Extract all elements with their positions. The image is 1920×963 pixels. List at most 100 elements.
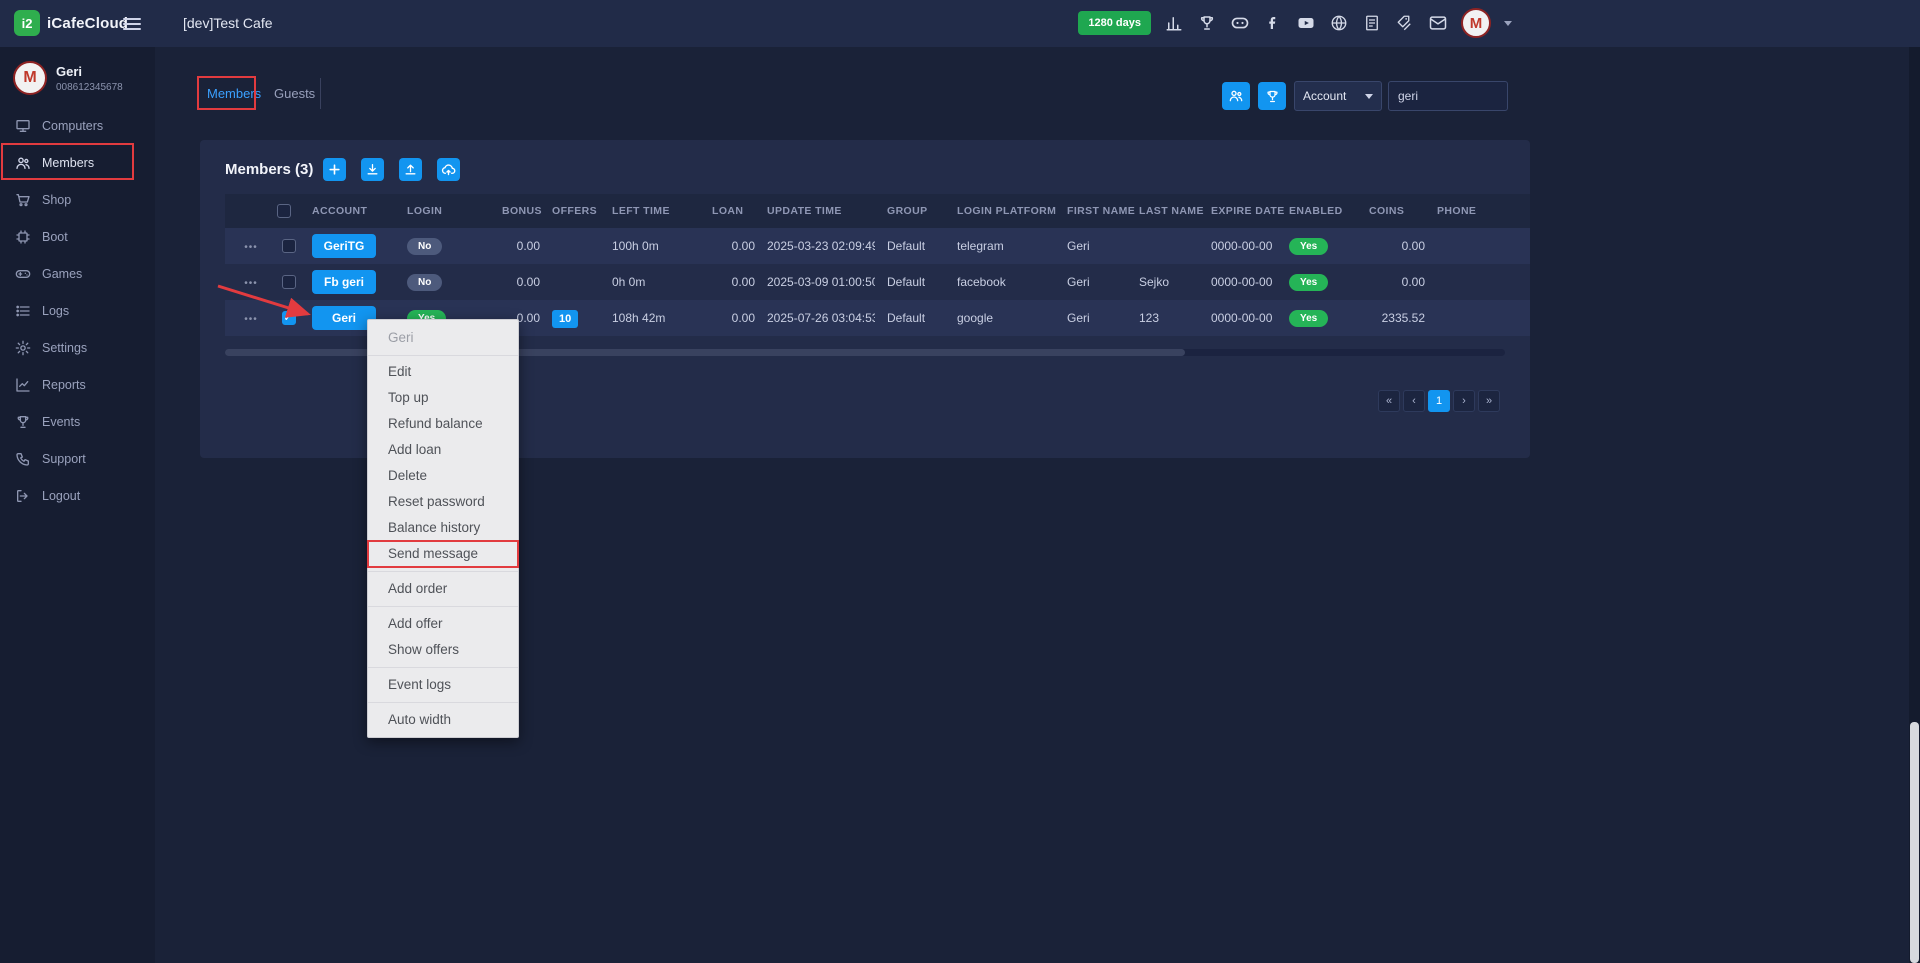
members-filter-button[interactable]: [1222, 82, 1250, 110]
menu-item-reset-password[interactable]: Reset password: [368, 489, 518, 515]
menu-item-balance-history[interactable]: Balance history: [368, 515, 518, 541]
vertical-scrollbar-thumb[interactable]: [1910, 722, 1919, 963]
sidebar-item-boot[interactable]: Boot: [0, 218, 155, 255]
license-days-badge[interactable]: 1280 days: [1078, 11, 1151, 35]
cloud-sync-button[interactable]: [437, 158, 460, 181]
col-account[interactable]: ACCOUNT: [300, 194, 395, 228]
menu-item-send-message[interactable]: Send message: [368, 541, 518, 567]
events-icon: [15, 414, 31, 430]
last-name-cell: Sejko: [1127, 264, 1199, 300]
stats-icon[interactable]: [1164, 13, 1184, 33]
menu-item-edit[interactable]: Edit: [368, 359, 518, 385]
page-first-button[interactable]: «: [1378, 390, 1400, 412]
brand[interactable]: i2 iCafeCloud: [14, 10, 128, 36]
hamburger-menu-icon[interactable]: [123, 15, 141, 33]
page-prev-button[interactable]: ‹: [1403, 390, 1425, 412]
facebook-icon[interactable]: [1263, 13, 1283, 33]
row-actions-icon[interactable]: •••: [244, 278, 258, 289]
row-checkbox[interactable]: [282, 275, 296, 289]
tab-members[interactable]: Members: [207, 86, 261, 101]
col-last-name[interactable]: LAST NAME: [1127, 194, 1199, 228]
menu-item-show-offers[interactable]: Show offers: [368, 637, 518, 663]
col-phone[interactable]: PHONE: [1425, 194, 1480, 228]
trophy-icon[interactable]: [1197, 13, 1217, 33]
sidebar-item-logout[interactable]: Logout: [0, 477, 155, 514]
account-button[interactable]: Fb geri: [312, 270, 376, 294]
context-menu-header: Geri: [368, 322, 518, 356]
mail-icon[interactable]: [1428, 13, 1448, 33]
menu-item-top-up[interactable]: Top up: [368, 385, 518, 411]
menu-item-auto-width[interactable]: Auto width: [368, 707, 518, 733]
menu-item-delete[interactable]: Delete: [368, 463, 518, 489]
col-left-time[interactable]: LEFT TIME: [600, 194, 700, 228]
add-member-button[interactable]: [323, 158, 346, 181]
col-loan[interactable]: LOAN: [700, 194, 755, 228]
col-expire-date[interactable]: EXPIRE DATE: [1199, 194, 1277, 228]
sidebar-item-label: Games: [42, 267, 82, 281]
sidebar-item-computers[interactable]: Computers: [0, 107, 155, 144]
col-coins[interactable]: COINS: [1357, 194, 1425, 228]
col-update-time[interactable]: UPDATE TIME: [755, 194, 875, 228]
col-bonus[interactable]: BONUS: [490, 194, 540, 228]
page-last-button[interactable]: »: [1478, 390, 1500, 412]
sidebar-item-events[interactable]: Events: [0, 403, 155, 440]
col-login[interactable]: LOGIN: [395, 194, 490, 228]
col-offers[interactable]: OFFERS: [540, 194, 600, 228]
coins-cell: 0.00: [1357, 228, 1425, 264]
support-icon: [15, 451, 31, 467]
topbar: i2 iCafeCloud [dev]Test Cafe 1280 days: [0, 0, 1920, 47]
reports-icon: [15, 377, 31, 393]
tab-guests[interactable]: Guests: [274, 86, 315, 101]
select-all-checkbox[interactable]: [277, 204, 291, 218]
download-icon: [366, 163, 379, 176]
sidebar-item-shop[interactable]: Shop: [0, 181, 155, 218]
menu-item-event-logs[interactable]: Event logs: [368, 672, 518, 698]
sidebar-item-support[interactable]: Support: [0, 440, 155, 477]
sidebar-item-settings[interactable]: Settings: [0, 329, 155, 366]
col-login-platform[interactable]: LOGIN PLATFORM: [945, 194, 1055, 228]
login-platform-cell: telegram: [945, 228, 1055, 264]
sidebar-item-label: Events: [42, 415, 80, 429]
row-checkbox[interactable]: [282, 311, 296, 325]
vertical-scrollbar[interactable]: [1909, 47, 1920, 963]
phone-cell: [1425, 264, 1480, 300]
sidebar-item-reports[interactable]: Reports: [0, 366, 155, 403]
col-enabled[interactable]: ENABLED: [1277, 194, 1357, 228]
account-button[interactable]: GeriTG: [312, 234, 376, 258]
offers-filter-button[interactable]: [1258, 82, 1286, 110]
discord-icon[interactable]: [1230, 13, 1250, 33]
first-name-cell: Geri: [1055, 228, 1127, 264]
user-avatar[interactable]: M: [1461, 8, 1491, 38]
sidebar: M Geri 008612345678 Computers Members Sh…: [0, 47, 155, 963]
sidebar-item-logs[interactable]: Logs: [0, 292, 155, 329]
col-first-name[interactable]: FIRST NAME: [1055, 194, 1127, 228]
col-group[interactable]: GROUP: [875, 194, 945, 228]
row-actions-icon[interactable]: •••: [244, 314, 258, 325]
export-button[interactable]: [361, 158, 384, 181]
search-input[interactable]: [1388, 81, 1508, 111]
chevron-down-icon[interactable]: [1504, 21, 1512, 26]
menu-item-refund-balance[interactable]: Refund balance: [368, 411, 518, 437]
menu-item-add-offer[interactable]: Add offer: [368, 611, 518, 637]
sidebar-item-members[interactable]: Members: [0, 144, 155, 181]
tags-icon[interactable]: [1395, 13, 1415, 33]
import-button[interactable]: [399, 158, 422, 181]
table-row: ••• Fb geri No 0.00 0h 0m 0.00 2025-03-0…: [225, 264, 1530, 300]
page-number-button[interactable]: 1: [1428, 390, 1450, 412]
menu-item-add-order[interactable]: Add order: [368, 576, 518, 602]
invoice-icon[interactable]: [1362, 13, 1382, 33]
row-actions-icon[interactable]: •••: [244, 242, 258, 253]
menu-item-add-loan[interactable]: Add loan: [368, 437, 518, 463]
account-filter-select[interactable]: Account: [1294, 81, 1382, 111]
brand-name: iCafeCloud: [47, 15, 128, 32]
sidebar-item-games[interactable]: Games: [0, 255, 155, 292]
coins-cell: 0.00: [1357, 264, 1425, 300]
row-checkbox[interactable]: [282, 239, 296, 253]
sidebar-profile[interactable]: M Geri 008612345678: [0, 47, 155, 107]
youtube-icon[interactable]: [1296, 13, 1316, 33]
page-next-button[interactable]: ›: [1453, 390, 1475, 412]
offers-badge[interactable]: 10: [552, 310, 578, 328]
expire-date-cell: 0000-00-00: [1199, 228, 1277, 264]
loan-cell: 0.00: [700, 264, 755, 300]
globe-icon[interactable]: [1329, 13, 1349, 33]
